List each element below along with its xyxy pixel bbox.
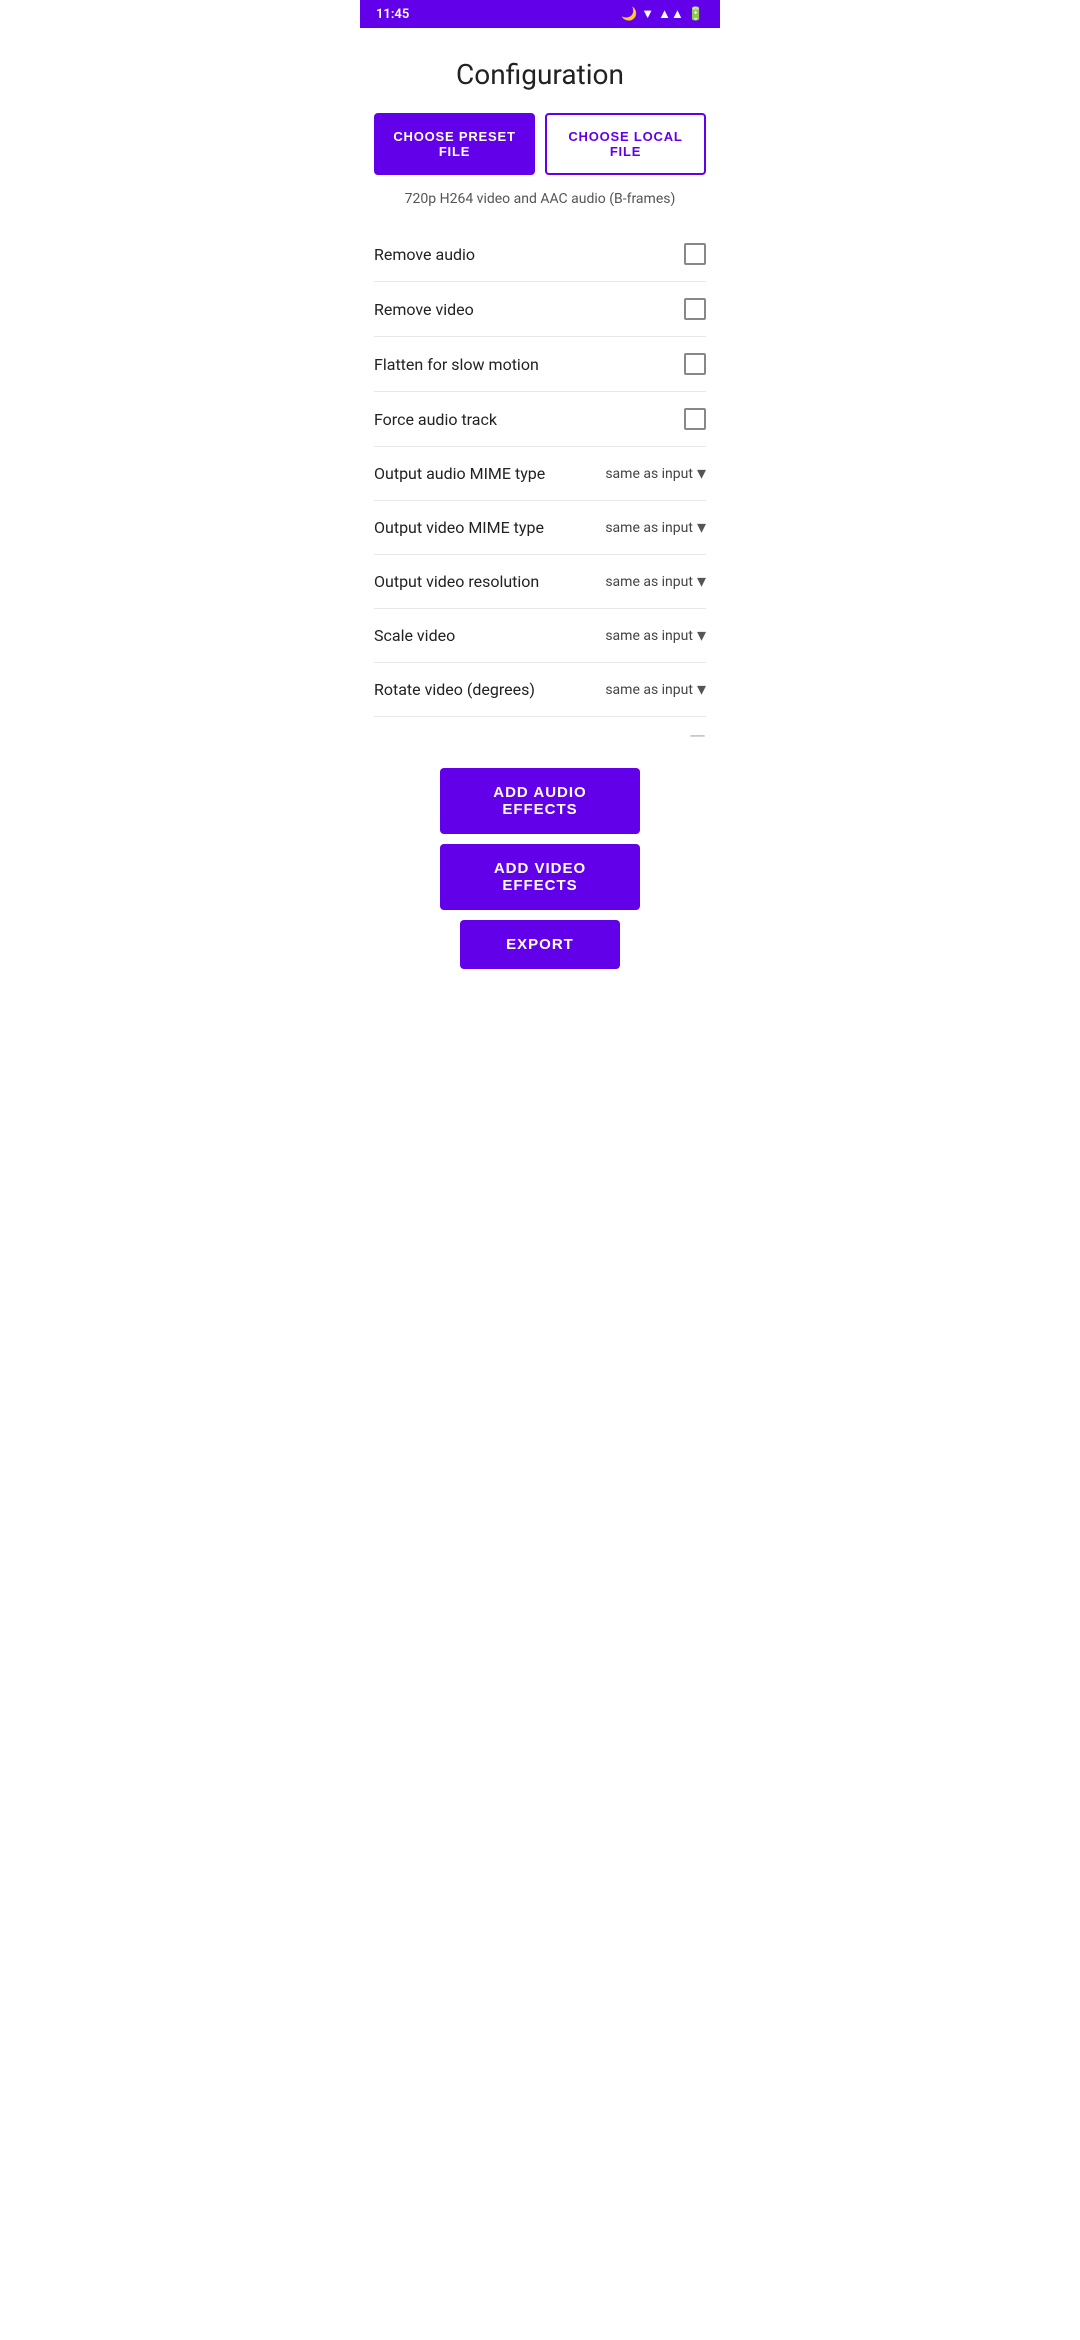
dropdown-value-output-video-resolution: same as input — [605, 574, 693, 590]
chevron-down-icon-4: ▾ — [697, 625, 706, 646]
option-label-remove-video: Remove video — [374, 300, 474, 319]
dropdown-value-output-audio-mime: same as input — [605, 466, 693, 482]
dropdown-output-video-mime[interactable]: Output video MIME type same as input ▾ — [374, 501, 706, 555]
option-label-flatten-slow-motion: Flatten for slow motion — [374, 355, 539, 374]
status-icons: 🌙 ▼ ▲▲ 🔋 — [621, 6, 704, 22]
checkbox-options-list: Remove audio Remove video Flatten for sl… — [374, 227, 706, 447]
chevron-down-icon-3: ▾ — [697, 571, 706, 592]
checkbox-remove-video[interactable] — [684, 298, 706, 320]
wifi-icon: ▼ — [641, 6, 654, 22]
separator-line: — — [374, 717, 706, 758]
option-remove-audio: Remove audio — [374, 227, 706, 282]
dropdown-output-video-resolution[interactable]: Output video resolution same as input ▾ — [374, 555, 706, 609]
add-video-effects-button[interactable]: ADD VIDEO EFFECTS — [440, 844, 640, 910]
option-label-remove-audio: Remove audio — [374, 245, 475, 264]
status-time: 11:45 — [376, 7, 409, 22]
page-title: Configuration — [374, 28, 706, 113]
main-content: Configuration CHOOSE PRESET FILE CHOOSE … — [360, 28, 720, 1003]
add-audio-effects-button[interactable]: ADD AUDIO EFFECTS — [440, 768, 640, 834]
dropdown-label-rotate-video: Rotate video (degrees) — [374, 680, 605, 699]
dropdown-label-output-audio-mime: Output audio MIME type — [374, 464, 605, 483]
dropdown-value-scale-video: same as input — [605, 628, 693, 644]
moon-icon: 🌙 — [621, 7, 637, 22]
chevron-down-icon-5: ▾ — [697, 679, 706, 700]
option-flatten-slow-motion: Flatten for slow motion — [374, 337, 706, 392]
dropdown-scale-video[interactable]: Scale video same as input ▾ — [374, 609, 706, 663]
chevron-down-icon: ▾ — [697, 463, 706, 484]
choose-local-file-button[interactable]: CHOOSE LOCAL FILE — [545, 113, 706, 175]
dropdown-rotate-video[interactable]: Rotate video (degrees) same as input ▾ — [374, 663, 706, 717]
dropdown-control-output-video-mime[interactable]: same as input ▾ — [605, 517, 706, 538]
dropdown-control-output-video-resolution[interactable]: same as input ▾ — [605, 571, 706, 592]
choose-preset-file-button[interactable]: CHOOSE PRESET FILE — [374, 113, 535, 175]
dropdown-label-output-video-mime: Output video MIME type — [374, 518, 605, 537]
checkbox-flatten-slow-motion[interactable] — [684, 353, 706, 375]
preset-subtitle: 720p H264 video and AAC audio (B-frames) — [374, 191, 706, 207]
dropdown-control-output-audio-mime[interactable]: same as input ▾ — [605, 463, 706, 484]
dropdown-label-scale-video: Scale video — [374, 626, 605, 645]
dropdown-output-audio-mime[interactable]: Output audio MIME type same as input ▾ — [374, 447, 706, 501]
dropdown-options-list: Output audio MIME type same as input ▾ O… — [374, 447, 706, 717]
signal-icon: ▲▲ — [658, 6, 684, 22]
dropdown-control-scale-video[interactable]: same as input ▾ — [605, 625, 706, 646]
export-button[interactable]: EXPORT — [460, 920, 620, 969]
checkbox-force-audio-track[interactable] — [684, 408, 706, 430]
dropdown-value-rotate-video: same as input — [605, 682, 693, 698]
dropdown-control-rotate-video[interactable]: same as input ▾ — [605, 679, 706, 700]
option-remove-video: Remove video — [374, 282, 706, 337]
option-force-audio-track: Force audio track — [374, 392, 706, 447]
option-label-force-audio-track: Force audio track — [374, 410, 497, 429]
dropdown-value-output-video-mime: same as input — [605, 520, 693, 536]
checkbox-remove-audio[interactable] — [684, 243, 706, 265]
status-bar: 11:45 🌙 ▼ ▲▲ 🔋 — [360, 0, 720, 28]
file-button-row: CHOOSE PRESET FILE CHOOSE LOCAL FILE — [374, 113, 706, 175]
battery-icon: 🔋 — [688, 7, 704, 22]
chevron-down-icon-2: ▾ — [697, 517, 706, 538]
dropdown-label-output-video-resolution: Output video resolution — [374, 572, 605, 591]
